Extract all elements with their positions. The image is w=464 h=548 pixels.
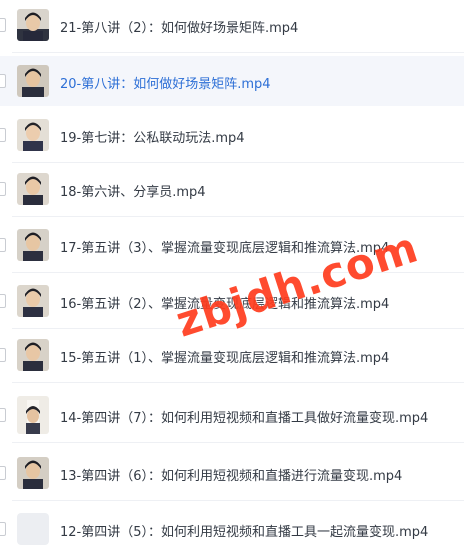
file-row-selected[interactable]: 20-第八讲：如何做好场景矩阵.mp4 (0, 56, 464, 106)
row-checkbox[interactable] (0, 466, 6, 480)
file-name[interactable]: 17-第五讲（3）、掌握流量变现底层逻辑和推流算法.mp4 (60, 237, 389, 256)
file-name[interactable]: 21-第八讲（2）：如何做好场景矩阵.mp4 (60, 17, 298, 36)
file-row[interactable]: 14-第四讲（7）：如何利用短视频和直播工具做好流量变现.mp4 (0, 390, 464, 443)
file-name[interactable]: 12-第四讲（5）：如何利用短视频和直播工具一起流量变现.mp4 (60, 521, 428, 540)
file-name[interactable]: 15-第五讲（1）、掌握流量变现底层逻辑和推流算法.mp4 (60, 347, 389, 366)
row-checkbox[interactable] (0, 182, 6, 196)
video-thumbnail-icon (17, 229, 49, 261)
file-row[interactable]: 19-第七讲：公私联动玩法.mp4 (0, 110, 464, 163)
video-thumbnail-icon (17, 285, 49, 317)
file-name[interactable]: 16-第五讲（2）、掌握流量变现底层逻辑和推流算法.mp4 (60, 293, 389, 312)
row-checkbox[interactable] (0, 74, 6, 88)
video-thumbnail-icon (17, 173, 49, 205)
file-list: 21-第八讲（2）：如何做好场景矩阵.mp4 20-第八讲：如何做好场景矩阵.m… (0, 0, 464, 548)
file-name[interactable]: 19-第七讲：公私联动玩法.mp4 (60, 127, 245, 146)
row-checkbox[interactable] (0, 18, 6, 32)
video-thumbnail-icon (17, 9, 49, 41)
file-row[interactable]: 16-第五讲（2）、掌握流量变现底层逻辑和推流算法.mp4 (0, 276, 464, 329)
row-checkbox[interactable] (0, 128, 6, 142)
video-thumbnail-icon (17, 65, 49, 97)
file-row[interactable]: 18-第六讲、分享员.mp4 (0, 164, 464, 217)
blank-thumbnail-icon (17, 513, 49, 545)
file-name[interactable]: 13-第四讲（6）：如何利用短视频和直播进行流量变现.mp4 (60, 465, 402, 484)
file-name[interactable]: 14-第四讲（7）：如何利用短视频和直播工具做好流量变现.mp4 (60, 407, 428, 426)
row-checkbox[interactable] (0, 522, 6, 536)
file-row[interactable]: 12-第四讲（5）：如何利用短视频和直播工具一起流量变现.mp4 (0, 504, 464, 548)
row-checkbox[interactable] (0, 238, 6, 252)
row-checkbox[interactable] (0, 408, 6, 422)
file-row[interactable]: 15-第五讲（1）、掌握流量变现底层逻辑和推流算法.mp4 (0, 330, 464, 383)
file-row[interactable]: 13-第四讲（6）：如何利用短视频和直播进行流量变现.mp4 (0, 448, 464, 501)
video-thumbnail-icon (17, 396, 49, 434)
file-name[interactable]: 18-第六讲、分享员.mp4 (60, 181, 206, 200)
video-thumbnail-icon (17, 457, 49, 489)
video-thumbnail-icon (17, 339, 49, 371)
file-row[interactable]: 17-第五讲（3）、掌握流量变现底层逻辑和推流算法.mp4 (0, 220, 464, 273)
file-row[interactable]: 21-第八讲（2）：如何做好场景矩阵.mp4 (0, 0, 464, 53)
row-checkbox[interactable] (0, 294, 6, 308)
file-name[interactable]: 20-第八讲：如何做好场景矩阵.mp4 (60, 73, 271, 92)
video-thumbnail-icon (17, 119, 49, 151)
row-checkbox[interactable] (0, 348, 6, 362)
